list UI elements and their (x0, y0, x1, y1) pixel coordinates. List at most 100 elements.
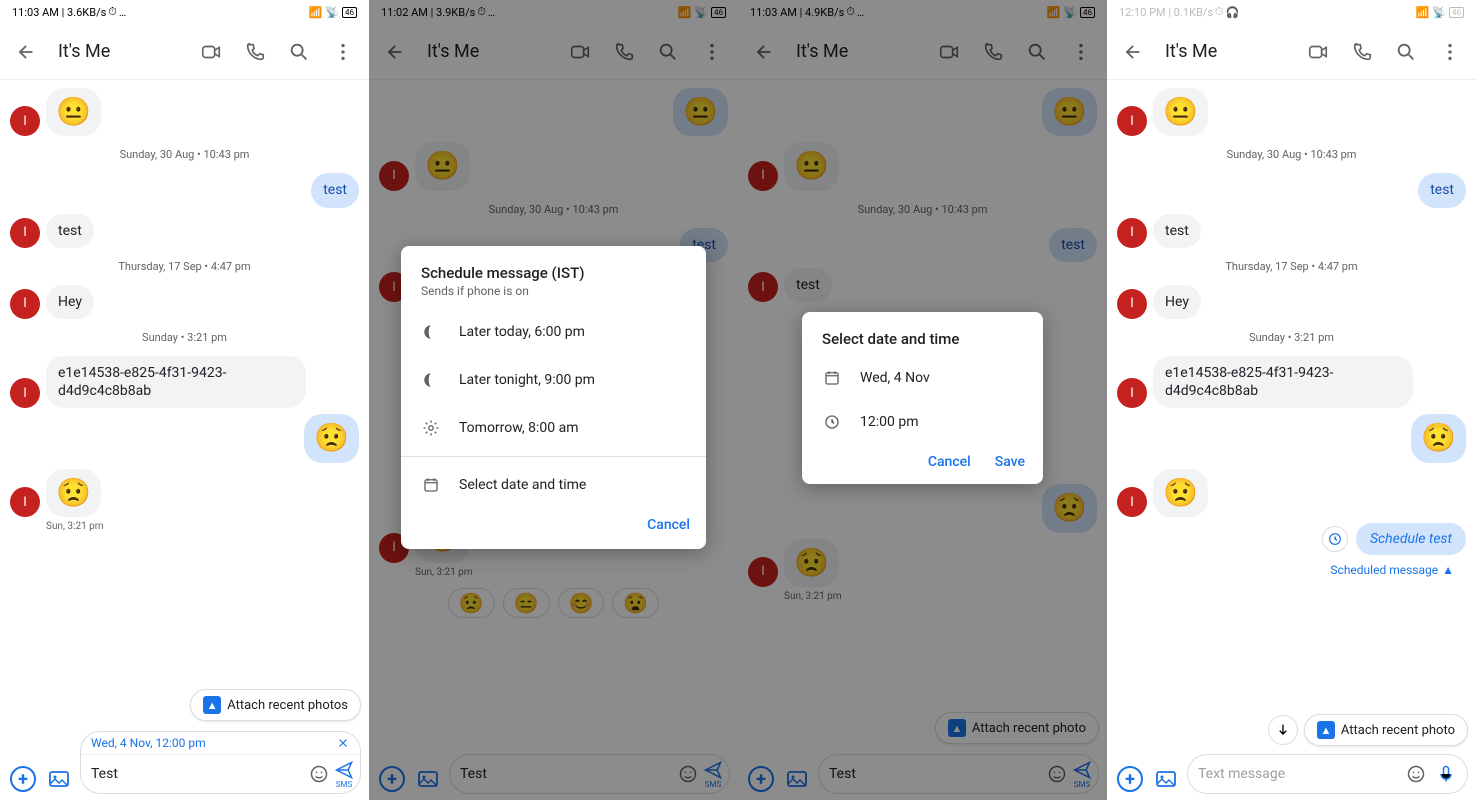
mic-button[interactable] (1431, 759, 1461, 789)
message-bubble[interactable]: 😟 (46, 469, 101, 517)
avatar[interactable]: I (1117, 218, 1147, 248)
message-bubble[interactable]: 😐 (1153, 88, 1208, 136)
message-bubble[interactable]: test (1153, 214, 1201, 248)
voice-call-button[interactable] (235, 32, 275, 72)
date-divider: Sunday • 3:21 pm (10, 331, 359, 344)
attach-photos-chip[interactable]: ▲Attach recent photos (190, 689, 361, 721)
message-bubble[interactable]: Hey (1153, 285, 1201, 319)
message-bubble[interactable]: e1e14538-e825-4f31-9423-d4d9c4c8b8ab (46, 356, 306, 408)
video-call-button[interactable] (191, 32, 231, 72)
chat-title[interactable]: It's Me (1157, 41, 1294, 62)
search-button[interactable] (279, 32, 319, 72)
avatar[interactable]: I (1117, 378, 1147, 408)
message-list[interactable]: I😐 Sunday, 30 Aug • 10:43 pm test Itest … (1107, 80, 1476, 712)
cancel-button[interactable]: Cancel (928, 454, 971, 470)
scheduled-message-bubble[interactable]: Schedule test (1356, 523, 1466, 555)
date-divider: Sunday • 3:21 pm (1117, 331, 1466, 344)
message-row[interactable]: IHey (10, 285, 359, 319)
status-bar: 11:03 AM | 3.6KB/s⏱… 📶📡46 (0, 0, 369, 24)
message-list[interactable]: I😐 Sunday, 30 Aug • 10:43 pm test Itest … (0, 80, 369, 685)
schedule-option-pick[interactable]: Select date and time (401, 461, 706, 509)
scheduled-label[interactable]: Scheduled message▲ (1117, 561, 1466, 579)
avatar[interactable]: I (1117, 289, 1147, 319)
chat-title[interactable]: It's Me (50, 41, 187, 62)
message-input-box: Wed, 4 Nov, 12:00 pm Test SMS (80, 731, 361, 794)
schedule-dialog: Schedule message (IST) Sends if phone is… (401, 246, 706, 549)
calendar-icon (421, 475, 441, 495)
message-bubble[interactable]: 😐 (46, 88, 101, 136)
gallery-button[interactable] (1151, 764, 1181, 794)
message-row[interactable]: Itest (1117, 214, 1466, 248)
avatar[interactable]: I (1117, 106, 1147, 136)
message-row[interactable]: I😟 (1117, 469, 1466, 517)
message-row[interactable]: test (1117, 173, 1466, 207)
message-bubble[interactable]: e1e14538-e825-4f31-9423-d4d9c4c8b8ab (1153, 356, 1413, 408)
message-row[interactable]: I😟 (10, 469, 359, 517)
message-bubble[interactable]: test (311, 173, 359, 207)
voice-call-button[interactable] (1342, 32, 1382, 72)
back-button[interactable] (6, 32, 46, 72)
attach-photos-chip[interactable]: ▲Attach recent photo (1304, 714, 1468, 746)
message-row[interactable]: 😟 (1117, 414, 1466, 462)
avatar[interactable]: I (10, 106, 40, 136)
add-button[interactable]: + (8, 764, 38, 794)
close-schedule-icon[interactable] (336, 736, 350, 750)
scroll-down-button[interactable] (1268, 715, 1298, 745)
avatar[interactable]: I (10, 487, 40, 517)
message-row[interactable]: I😐 (10, 88, 359, 136)
clock-icon (1322, 526, 1348, 552)
message-bubble[interactable]: test (46, 214, 94, 248)
add-button[interactable]: + (1115, 764, 1145, 794)
status-time: 12:10 PM | 0.1KB/s (1119, 6, 1213, 19)
more-button[interactable] (1430, 32, 1470, 72)
gear-icon (421, 418, 441, 438)
composer: + Wed, 4 Nov, 12:00 pm Test SMS (0, 725, 369, 800)
message-row[interactable]: Ie1e14538-e825-4f31-9423-d4d9c4c8b8ab (1117, 356, 1466, 408)
date-divider: Thursday, 17 Sep • 4:47 pm (1117, 260, 1466, 273)
back-button[interactable] (1113, 32, 1153, 72)
wifi-icon: 📡 (325, 6, 339, 19)
save-button[interactable]: Save (995, 454, 1025, 470)
screenshot-1: 11:03 AM | 3.6KB/s⏱… 📶📡46 It's Me I😐 Sun… (0, 0, 369, 800)
avatar[interactable]: I (10, 378, 40, 408)
more-button[interactable] (323, 32, 363, 72)
signal-icon: 📶 (309, 6, 323, 19)
schedule-banner[interactable]: Wed, 4 Nov, 12:00 pm (81, 732, 360, 755)
message-row[interactable]: 😟 (10, 414, 359, 462)
moon-icon (421, 322, 441, 342)
video-call-button[interactable] (1298, 32, 1338, 72)
cancel-button[interactable]: Cancel (647, 517, 690, 533)
avatar[interactable]: I (1117, 487, 1147, 517)
composer: + Text message (1107, 748, 1476, 800)
message-bubble[interactable]: 😟 (304, 414, 359, 462)
time-row[interactable]: 12:00 pm (802, 400, 1043, 444)
message-row[interactable]: test (10, 173, 359, 207)
scheduled-message-row[interactable]: Schedule test (1117, 523, 1466, 555)
message-row[interactable]: I😐 (1117, 88, 1466, 136)
chip-label: Attach recent photos (227, 698, 348, 713)
search-button[interactable] (1386, 32, 1426, 72)
message-bubble[interactable]: 😟 (1153, 469, 1208, 517)
screenshot-2: 11:02 AM | 3.9KB/s⏱… 📶📡46 It's Me 😐 I😐 S… (369, 0, 738, 800)
schedule-option-tomorrow[interactable]: Tomorrow, 8:00 am (401, 404, 706, 452)
message-bubble[interactable]: 😟 (1411, 414, 1466, 462)
message-bubble[interactable]: Hey (46, 285, 94, 319)
send-button[interactable]: SMS (334, 760, 354, 789)
schedule-option-tonight[interactable]: Later tonight, 9:00 pm (401, 356, 706, 404)
gallery-button[interactable] (44, 764, 74, 794)
avatar[interactable]: I (10, 289, 40, 319)
message-input[interactable]: Test (91, 766, 304, 782)
emoji-button[interactable] (304, 759, 334, 789)
message-input[interactable]: Text message (1198, 766, 1401, 782)
message-row[interactable]: Ie1e14538-e825-4f31-9423-d4d9c4c8b8ab (10, 356, 359, 408)
message-row[interactable]: Itest (10, 214, 359, 248)
app-bar: It's Me (0, 24, 369, 80)
avatar[interactable]: I (10, 218, 40, 248)
schedule-option-later-today[interactable]: Later today, 6:00 pm (401, 308, 706, 356)
message-row[interactable]: IHey (1117, 285, 1466, 319)
date-row[interactable]: Wed, 4 Nov (802, 356, 1043, 400)
ellipsis: … (119, 6, 126, 19)
clock-icon (822, 412, 842, 432)
message-bubble[interactable]: test (1418, 173, 1466, 207)
emoji-button[interactable] (1401, 759, 1431, 789)
